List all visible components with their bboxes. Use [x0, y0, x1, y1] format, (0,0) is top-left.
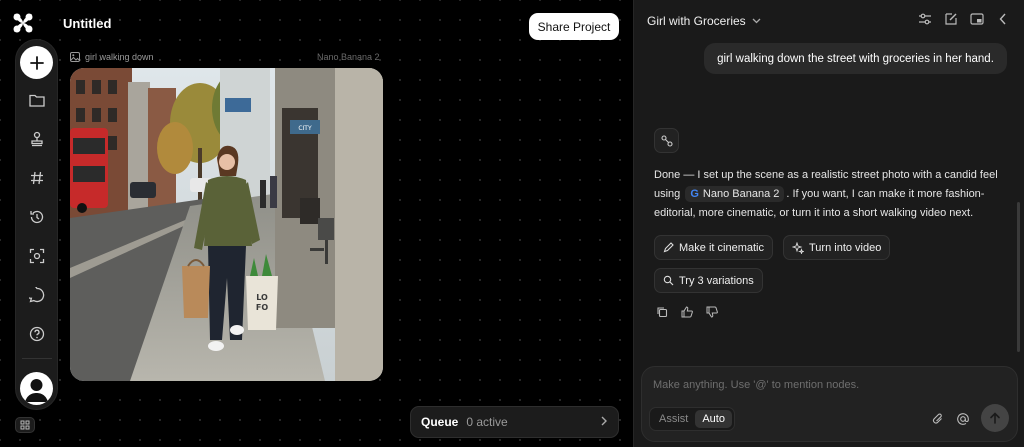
- folder-icon[interactable]: [27, 90, 47, 110]
- mode-auto[interactable]: Auto: [695, 410, 732, 428]
- history-icon[interactable]: [27, 207, 47, 227]
- chat-scrollbar[interactable]: [1017, 202, 1020, 352]
- try-variations-button[interactable]: Try 3 variations: [654, 268, 763, 293]
- plus-icon: [29, 55, 44, 70]
- google-icon: G: [690, 188, 699, 200]
- chevron-right-icon[interactable]: [600, 415, 608, 429]
- share-project-button[interactable]: Share Project: [529, 13, 619, 40]
- attach-icon[interactable]: [930, 411, 946, 427]
- chat-icon[interactable]: [27, 285, 47, 305]
- composer: Assist Auto: [641, 366, 1018, 442]
- picture-in-picture-icon[interactable]: [970, 12, 984, 26]
- make-cinematic-button[interactable]: Make it cinematic: [654, 235, 773, 260]
- mode-assist[interactable]: Assist: [652, 410, 695, 428]
- message-actions: [656, 306, 720, 320]
- turn-into-video-label: Turn into video: [809, 241, 882, 254]
- mention-icon[interactable]: [955, 411, 971, 427]
- svg-text:FO: FO: [256, 303, 268, 312]
- node-model-label: Nano Banana 2: [317, 52, 380, 62]
- search-icon: [663, 275, 674, 286]
- copy-icon[interactable]: [656, 306, 670, 320]
- edit-icon[interactable]: [944, 12, 958, 26]
- chevron-down-icon: [752, 18, 761, 24]
- arrow-up-icon: [990, 412, 1000, 424]
- help-icon[interactable]: [27, 324, 47, 344]
- turn-into-video-button[interactable]: Turn into video: [783, 235, 891, 260]
- thumbs-up-icon[interactable]: [681, 306, 695, 320]
- try-variations-label: Try 3 variations: [679, 274, 754, 287]
- grid-view-icon[interactable]: [15, 417, 35, 433]
- add-node-button[interactable]: [20, 46, 53, 79]
- thumbs-down-icon[interactable]: [706, 306, 720, 320]
- mode-toggle: Assist Auto: [649, 407, 735, 431]
- assistant-reply: Done — I set up the scene as a realistic…: [654, 166, 1006, 223]
- chat-title-text: Girl with Groceries: [647, 14, 746, 28]
- settings-sliders-icon[interactable]: [918, 12, 932, 26]
- svg-text:LO: LO: [256, 293, 268, 302]
- agent-tool-icon[interactable]: [654, 128, 679, 153]
- queue-status: 0 active: [466, 415, 508, 429]
- chat-title[interactable]: Girl with Groceries: [647, 14, 761, 28]
- stamp-icon[interactable]: [27, 129, 47, 149]
- app-logo-icon[interactable]: [12, 12, 34, 34]
- prompt-input[interactable]: [653, 379, 993, 391]
- toolbar-divider: [22, 358, 52, 359]
- pencil-icon: [663, 242, 674, 253]
- send-button[interactable]: [981, 404, 1009, 432]
- make-cinematic-label: Make it cinematic: [679, 241, 764, 254]
- queue-label: Queue: [421, 415, 459, 429]
- user-message: girl walking down the street with grocer…: [704, 43, 1007, 74]
- sparkle-icon: [792, 241, 804, 254]
- svg-text:CITY: CITY: [298, 125, 312, 132]
- left-toolbar: [15, 39, 58, 410]
- user-avatar[interactable]: [20, 372, 53, 405]
- hash-icon[interactable]: [27, 168, 47, 188]
- canvas[interactable]: Untitled Share Project girl walking down…: [0, 0, 633, 447]
- generated-image[interactable]: CITY LO FO: [70, 68, 383, 381]
- project-title[interactable]: Untitled: [63, 16, 111, 31]
- image-icon: [70, 52, 80, 62]
- model-chip[interactable]: G Nano Banana 2: [685, 186, 785, 202]
- node-label[interactable]: girl walking down: [70, 52, 154, 62]
- queue-bar[interactable]: Queue 0 active: [410, 406, 619, 438]
- panel-actions: [918, 12, 1010, 26]
- scan-icon[interactable]: [27, 246, 47, 266]
- node-label-text: girl walking down: [85, 52, 154, 62]
- chevron-left-icon[interactable]: [996, 12, 1010, 26]
- model-chip-label: Nano Banana 2: [702, 188, 780, 200]
